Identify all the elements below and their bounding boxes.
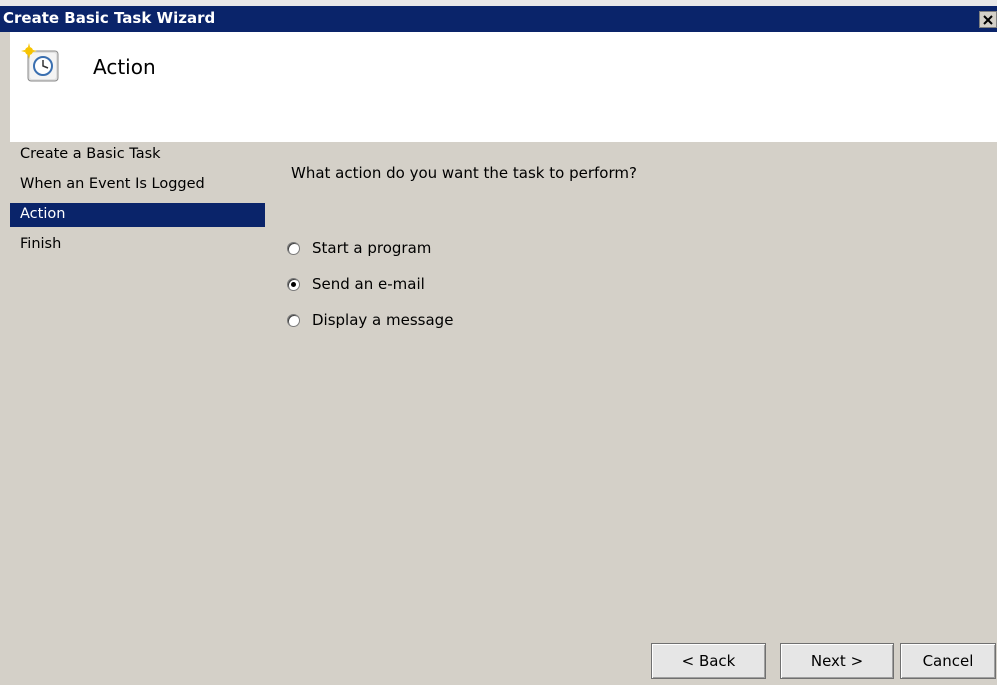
close-icon <box>983 14 993 25</box>
radio-display-message[interactable] <box>287 313 300 327</box>
scheduled-task-clock-icon <box>21 43 59 82</box>
step-action: Action <box>10 203 265 227</box>
option-label-display-message: Display a message <box>312 311 454 329</box>
back-button[interactable]: < Back <box>651 643 766 679</box>
close-button[interactable] <box>979 11 997 28</box>
option-start-program[interactable]: Start a program <box>287 237 453 259</box>
next-button[interactable]: Next > <box>780 643 894 679</box>
action-options: Start a program Send an e-mail Display a… <box>287 237 453 345</box>
cancel-button[interactable]: Cancel <box>900 643 996 679</box>
wizard-header: Action <box>10 32 997 142</box>
step-when-event-logged: When an Event Is Logged <box>20 176 205 192</box>
window-title: Create Basic Task Wizard <box>3 9 216 27</box>
radio-start-program[interactable] <box>287 241 300 255</box>
option-display-message[interactable]: Display a message <box>287 309 453 331</box>
step-create-basic-task: Create a Basic Task <box>20 146 161 162</box>
step-finish: Finish <box>20 236 62 252</box>
action-question: What action do you want the task to perf… <box>291 164 637 182</box>
wizard-steps-sidebar: Create a Basic Task When an Event Is Log… <box>10 143 265 263</box>
option-label-start-program: Start a program <box>312 239 432 257</box>
wizard-buttons: < Back Next > Cancel <box>0 643 997 681</box>
option-label-send-email: Send an e-mail <box>312 275 425 293</box>
title-bar: Create Basic Task Wizard <box>0 6 997 32</box>
option-send-email[interactable]: Send an e-mail <box>287 273 453 295</box>
radio-send-email[interactable] <box>287 277 300 291</box>
page-title: Action <box>93 55 156 79</box>
